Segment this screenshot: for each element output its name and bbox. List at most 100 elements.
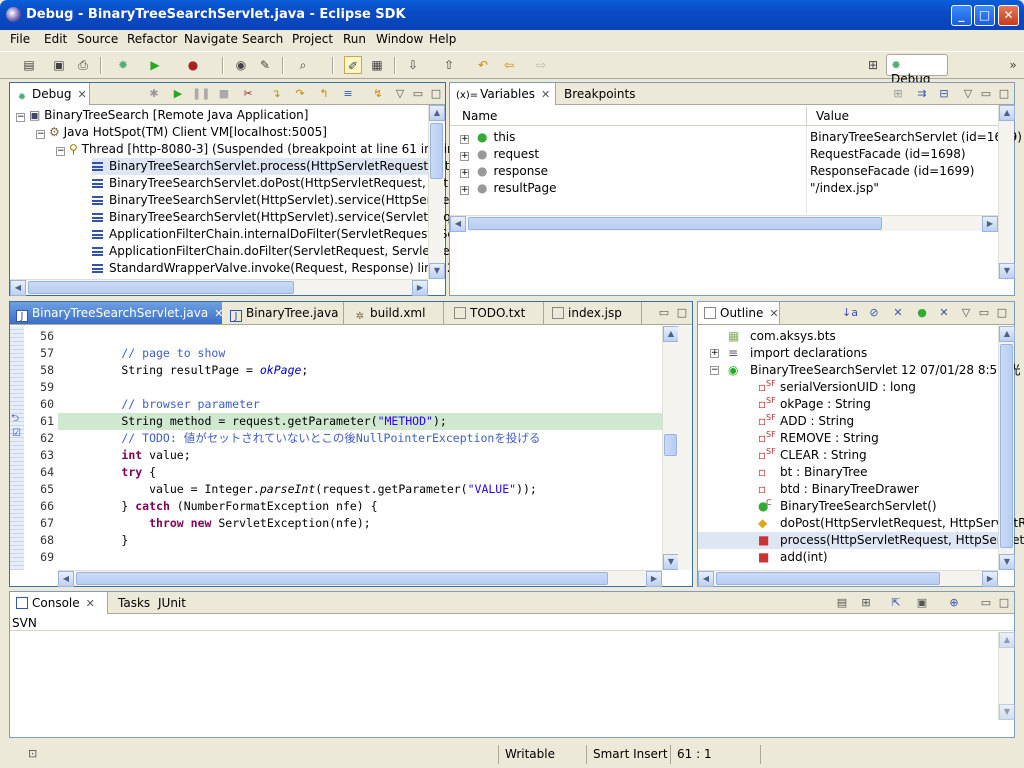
save-icon[interactable]: ▣ (50, 56, 68, 74)
remove-terminated-icon[interactable]: ✱ (146, 86, 162, 102)
sort-icon[interactable]: ↓a (842, 305, 858, 321)
tab-binarytree-java[interactable]: J BinaryTree.java (224, 302, 344, 324)
outline-item[interactable]: ▫ SF CLEAR : String (698, 447, 998, 464)
outline-item[interactable]: ▦ com.aksys.bts (698, 328, 998, 345)
menu-refactor[interactable]: Refactor (127, 32, 177, 46)
clear-console-icon[interactable]: ▤ (834, 595, 850, 611)
task-marker-icon[interactable]: ☑ (12, 428, 21, 439)
run-icon[interactable]: ▶ (146, 56, 164, 74)
step-over-icon[interactable]: ↷ (292, 86, 308, 102)
vertical-scrollbar[interactable]: ▲ ▼ (662, 326, 679, 570)
column-value[interactable]: Value (816, 109, 849, 123)
hide-fields-icon[interactable]: ⊘ (866, 305, 882, 321)
step-into-icon[interactable]: ↴ (268, 86, 284, 102)
minimize-button[interactable]: _ (951, 5, 972, 26)
open-type-icon[interactable]: ◉ (232, 56, 250, 74)
suspend-icon[interactable]: ❚❚ (192, 86, 210, 102)
minimize-view-icon[interactable]: ▭ (976, 305, 992, 321)
next-annotation-icon[interactable]: ⇩ (404, 56, 422, 74)
code-line[interactable]: // page to show (66, 345, 225, 362)
minimize-view-icon[interactable]: ▭ (410, 86, 426, 102)
block-selection-icon[interactable]: ▦ (368, 56, 386, 74)
tab-index-jsp[interactable]: index.jsp (546, 302, 642, 324)
maximize-view-icon[interactable]: □ (428, 86, 444, 102)
code-line[interactable]: } catch (NumberFormatException nfe) { (66, 498, 377, 515)
hide-static-icon[interactable]: ✕ (890, 305, 906, 321)
tab-tasks[interactable]: Tasks (112, 592, 156, 614)
outline-item[interactable]: ◆ doPost(HttpServletRequest, HttpServletR… (698, 515, 1024, 532)
scroll-lock-icon[interactable]: ⊞ (858, 595, 874, 611)
outline-item[interactable]: + ≡ import declarations (698, 345, 998, 362)
outline-item[interactable]: ▫ SF okPage : String (698, 396, 998, 413)
stack-frame-row[interactable]: BinaryTreeSearchServlet.process(HttpServ… (92, 158, 482, 175)
close-icon[interactable]: ✕ (86, 597, 95, 610)
code-line[interactable]: value = Integer.parseInt(request.getPara… (66, 481, 537, 498)
minimize-view-icon[interactable]: ▭ (656, 305, 672, 321)
close-icon[interactable]: ✕ (214, 307, 223, 320)
variable-row[interactable]: + ● response ResponseFacade (id=1699) (460, 163, 1000, 180)
open-perspective-icon[interactable]: ⊞ (864, 56, 882, 74)
new-icon[interactable]: ▤ (20, 56, 38, 74)
outline-item[interactable]: ▫ btd : BinaryTreeDrawer (698, 481, 998, 498)
stack-frame-row[interactable]: BinaryTreeSearchServlet.doPost(HttpServl… (92, 175, 483, 192)
outline-item[interactable]: ■ add(int) (698, 549, 998, 566)
stack-frame-row[interactable]: BinaryTreeSearchServlet(HttpServlet).ser… (92, 209, 481, 226)
debug-perspective-button[interactable]: ✹ Debug (886, 54, 948, 86)
outline-item[interactable]: ■ process(HttpServletRequest, HttpServlet… (698, 532, 1024, 549)
outline-item[interactable]: ▫ SF serialVersionUID : long (698, 379, 998, 396)
close-icon[interactable]: ✕ (769, 307, 778, 320)
view-menu-icon[interactable]: ▽ (958, 305, 974, 321)
outline-item[interactable]: ● C BinaryTreeSearchServlet() (698, 498, 998, 515)
resume-icon[interactable]: ▶ (170, 86, 186, 102)
disconnect-icon[interactable]: ✂ (240, 86, 256, 102)
tab-build-xml[interactable]: ✲ build.xml (348, 302, 444, 324)
menu-run[interactable]: Run (343, 32, 366, 46)
debug-icon[interactable]: ✹ (114, 56, 132, 74)
menu-search[interactable]: Search (242, 32, 283, 46)
back-icon[interactable]: ⇦ (500, 56, 518, 74)
code-line[interactable]: String resultPage = okPage; (66, 362, 308, 379)
code-line[interactable]: } (66, 532, 128, 549)
outline-item[interactable]: ▫ SF ADD : String (698, 413, 998, 430)
code-line[interactable]: try { (66, 464, 156, 481)
menu-project[interactable]: Project (292, 32, 333, 46)
column-name[interactable]: Name (462, 109, 497, 123)
terminate-icon[interactable]: ■ (216, 86, 232, 102)
tab-breakpoints[interactable]: Breakpoints (558, 83, 641, 105)
menu-edit[interactable]: Edit (44, 32, 67, 46)
menu-source[interactable]: Source (77, 32, 118, 46)
previous-annotation-icon[interactable]: ⇧ (440, 56, 458, 74)
tree-row[interactable]: − ⚲ Thread [http-8080-3] (Suspended (brea… (56, 141, 474, 158)
tab-binarytreesearchservlet-java[interactable]: J BinaryTreeSearchServlet.java ✕ (10, 302, 223, 324)
maximize-button[interactable]: □ (974, 5, 995, 26)
view-menu-icon[interactable]: ▽ (960, 86, 976, 102)
tab-variables[interactable]: (x)= Variables ✕ (450, 83, 556, 105)
close-icon[interactable]: ✕ (77, 88, 86, 101)
stack-frame-row[interactable]: ApplicationFilterChain.internalDoFilter(… (92, 226, 477, 243)
tab-outline[interactable]: Outline ✕ (698, 302, 780, 324)
search-icon[interactable]: ⌕ (294, 56, 312, 74)
outline-item[interactable]: − ◉ BinaryTreeSearchServlet 12 07/01/28 8:… (698, 362, 1021, 379)
view-menu-icon[interactable]: ▽ (392, 86, 408, 102)
tab-console[interactable]: Console ✕ (10, 592, 108, 614)
minimize-view-icon[interactable]: ▭ (978, 86, 994, 102)
code-line[interactable]: throw new ServletException(nfe); (66, 515, 371, 532)
overview-ruler[interactable] (678, 326, 692, 570)
display-console-icon[interactable]: ▣ (914, 595, 930, 611)
open-task-icon[interactable]: ✎ (256, 56, 274, 74)
code-line[interactable]: // TODO: 値がセットされていないとこの後NullPointerExcep… (66, 430, 540, 447)
annotation-ruler[interactable] (10, 326, 24, 570)
tab-junit[interactable]: JUnit (152, 592, 192, 614)
pin-console-icon[interactable]: ⇱ (888, 595, 904, 611)
variable-row[interactable]: + ● request RequestFacade (id=1698) (460, 146, 1000, 163)
code-line[interactable]: // browser parameter (66, 396, 260, 413)
use-step-filters-icon[interactable]: ↯ (370, 86, 386, 102)
hide-local-types-icon[interactable]: ✕ (936, 305, 952, 321)
outline-item[interactable]: ▫ bt : BinaryTree (698, 464, 998, 481)
stack-frame-row[interactable]: StandardWrapperValve.invoke(Request, Res… (92, 260, 470, 277)
horizontal-scrollbar[interactable]: ◀ ▶ (698, 570, 998, 587)
stack-frame-row[interactable]: BinaryTreeSearchServlet(HttpServlet).ser… (92, 192, 477, 209)
tab-todo-txt[interactable]: TODO.txt (448, 302, 544, 324)
variable-row[interactable]: + ● resultPage "/index.jsp" (460, 180, 1000, 197)
drop-to-frame-icon[interactable]: ≡ (340, 86, 356, 102)
